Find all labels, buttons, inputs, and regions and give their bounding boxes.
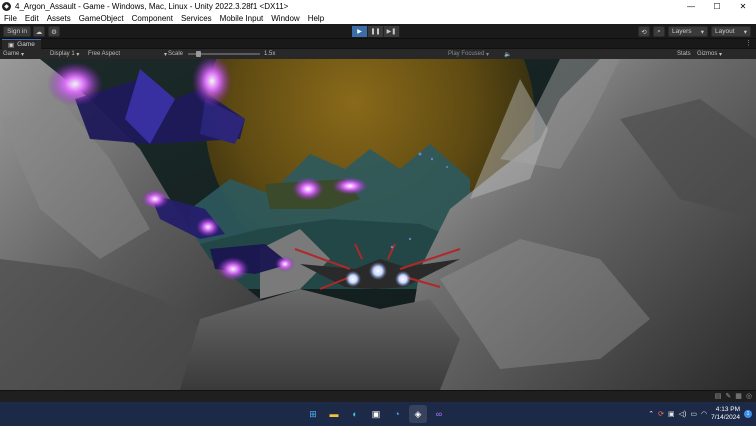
- status-icons: ▤ ✎ ▦ ◎: [715, 392, 752, 400]
- menu-help[interactable]: Help: [304, 14, 328, 23]
- unity-logo-icon: ◆: [2, 1, 11, 11]
- sign-in-button[interactable]: Sign in: [3, 26, 31, 37]
- windows-start-icon[interactable]: ⊞: [304, 405, 322, 423]
- unity-app-icon[interactable]: ◈: [409, 405, 427, 423]
- console-icon[interactable]: ▤: [715, 392, 722, 400]
- play-controls: ▶ ❚❚ ▶❚: [352, 26, 400, 37]
- layout-label: Layout: [715, 28, 735, 35]
- menu-gameobject[interactable]: GameObject: [75, 14, 128, 23]
- window-title: 4_Argon_Assault - Game - Windows, Mac, L…: [15, 1, 289, 11]
- wifi-icon[interactable]: ◠: [701, 410, 707, 418]
- play-focused-label: Play Focused: [448, 51, 485, 57]
- menu-bar: File Edit Assets GameObject Component Se…: [0, 12, 756, 24]
- aspect-label: Free Aspect: [88, 51, 121, 57]
- main-toolbar: Sign in ☁ ⚙ ▶ ❚❚ ▶❚ ⟲ ⌕ Layers ▾ Layout …: [0, 24, 756, 39]
- mute-audio-icon[interactable]: 🔈: [504, 50, 511, 58]
- taskbar-clock[interactable]: 4:13 PM 7/14/2024: [711, 406, 740, 422]
- visual-studio-icon[interactable]: ∞: [430, 405, 448, 423]
- step-button[interactable]: ▶❚: [384, 26, 400, 37]
- gizmos-dropdown[interactable]: Gizmos ▾: [697, 50, 722, 58]
- history-icon[interactable]: ⟲: [638, 26, 650, 37]
- edge-browser-icon[interactable]: ◐: [346, 405, 364, 423]
- aspect-dropdown[interactable]: Free Aspect ▾: [88, 50, 167, 58]
- game-view-toolbar: Game ▾ Display 1 ▾ Free Aspect ▾ Scale 1…: [0, 49, 756, 59]
- progress-icon[interactable]: ◎: [746, 392, 752, 400]
- tray-app-icon[interactable]: ▣: [668, 410, 675, 418]
- scale-slider-handle[interactable]: [196, 51, 201, 57]
- game-scene-render: [0, 59, 756, 390]
- chrome-icon[interactable]: ◔: [388, 405, 406, 423]
- menu-edit[interactable]: Edit: [21, 14, 43, 23]
- play-focused-dropdown[interactable]: Play Focused ▾: [448, 50, 489, 58]
- minimize-button[interactable]: —: [678, 0, 704, 12]
- pencil-icon[interactable]: ✎: [725, 392, 731, 400]
- chevron-down-icon: ▾: [743, 28, 747, 36]
- chevron-up-icon[interactable]: ⌃: [648, 410, 654, 418]
- game-mode-label: Game: [3, 51, 20, 57]
- volume-icon[interactable]: ◁): [679, 410, 687, 418]
- clock-date: 7/14/2024: [711, 414, 740, 421]
- cloud-icon[interactable]: ☁: [33, 26, 45, 37]
- pause-button[interactable]: ❚❚: [368, 26, 384, 37]
- gizmos-label: Gizmos: [697, 51, 718, 57]
- game-viewport[interactable]: [0, 59, 756, 390]
- clock-time: 4:13 PM: [715, 406, 740, 413]
- menu-component[interactable]: Component: [128, 14, 177, 23]
- layers-dropdown[interactable]: Layers ▾: [668, 26, 708, 37]
- gamepad-icon: ▣: [8, 41, 15, 49]
- menu-services[interactable]: Services: [177, 14, 216, 23]
- display-dropdown[interactable]: Display 1 ▾: [50, 50, 79, 58]
- tab-game-label: Game: [17, 41, 35, 48]
- stats-toggle[interactable]: Stats: [677, 50, 691, 58]
- tab-more-menu[interactable]: ⋮: [745, 39, 752, 47]
- scale-value: 1.5x: [264, 51, 276, 57]
- sign-in-label: Sign in: [7, 28, 27, 35]
- close-button[interactable]: ✕: [730, 0, 756, 12]
- maximize-button[interactable]: ☐: [704, 0, 730, 12]
- taskbar-apps: ⊞ ▬ ◐ ▣ ◔ ◈ ∞: [304, 405, 448, 423]
- file-explorer-icon[interactable]: ▬: [325, 405, 343, 423]
- sync-icon[interactable]: ⟳: [658, 410, 664, 418]
- menu-window[interactable]: Window: [267, 14, 303, 23]
- game-mode-dropdown[interactable]: Game ▾: [3, 50, 24, 58]
- window-title-bar: ◆ 4_Argon_Assault - Game - Windows, Mac,…: [0, 0, 756, 12]
- window-controls: — ☐ ✕: [678, 0, 756, 12]
- tab-strip: ▣ Game ⋮: [0, 39, 756, 49]
- cache-icon[interactable]: ▦: [735, 392, 742, 400]
- battery-icon[interactable]: ▭: [690, 410, 697, 418]
- system-tray: ⌃ ⟳ ▣ ◁) ▭ ◠ 4:13 PM 7/14/2024 1: [648, 402, 752, 426]
- menu-mobile-input[interactable]: Mobile Input: [216, 14, 268, 23]
- display-label: Display 1: [50, 51, 75, 57]
- windows-taskbar: ⊞ ▬ ◐ ▣ ◔ ◈ ∞ ⌃ ⟳ ▣ ◁) ▭ ◠ 4:13 PM 7/14/…: [0, 402, 756, 426]
- chevron-down-icon: ▾: [164, 51, 168, 58]
- stats-label: Stats: [677, 51, 691, 57]
- layers-label: Layers: [672, 28, 692, 35]
- notification-badge[interactable]: 1: [744, 410, 752, 418]
- status-bar: ▤ ✎ ▦ ◎: [0, 390, 756, 402]
- layout-dropdown[interactable]: Layout ▾: [711, 26, 751, 37]
- collab-icon[interactable]: ⚙: [48, 26, 60, 37]
- play-button[interactable]: ▶: [352, 26, 368, 37]
- store-icon[interactable]: ▣: [367, 405, 385, 423]
- menu-assets[interactable]: Assets: [43, 14, 75, 23]
- menu-file[interactable]: File: [0, 14, 21, 23]
- scale-label: Scale: [168, 51, 184, 57]
- search-icon[interactable]: ⌕: [653, 26, 665, 37]
- chevron-down-icon: ▾: [700, 28, 704, 36]
- tab-game[interactable]: ▣ Game: [2, 39, 41, 49]
